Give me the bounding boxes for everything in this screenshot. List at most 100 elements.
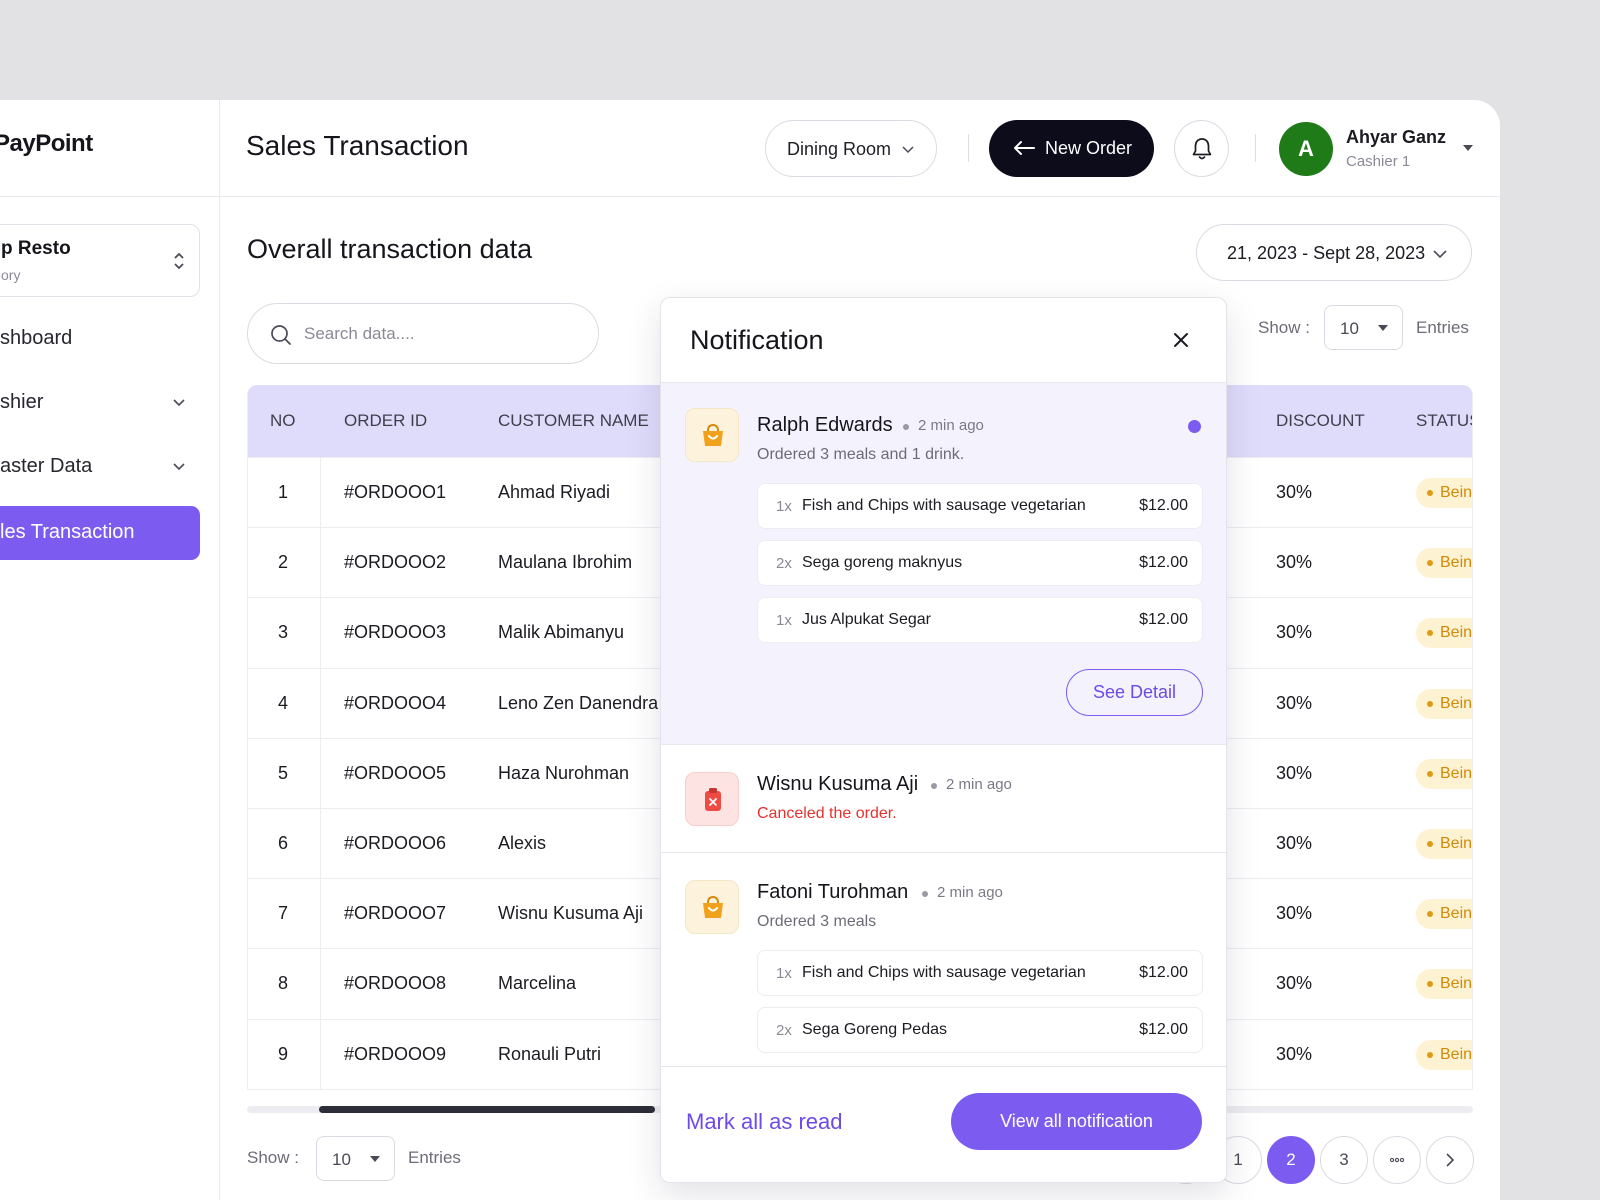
footer-entries-select[interactable]: 10	[316, 1136, 395, 1181]
order-line-item: 2x Sega goreng maknyus $12.00	[757, 540, 1203, 586]
header-divider	[1255, 134, 1256, 162]
store-selector[interactable]: p Resto ory	[0, 224, 200, 297]
notification-time: 2 min ago	[918, 417, 984, 434]
footer-entries-label: Entries	[408, 1148, 461, 1167]
cell-customer-name: Marcelina	[498, 973, 577, 994]
dining-room-dropdown[interactable]: Dining Room	[765, 120, 937, 177]
notification-icon-box	[685, 772, 739, 826]
line-name: Fish and Chips with sausage vegetarian	[802, 497, 1086, 514]
order-line-item: 1x Jus Alpukat Segar $12.00	[757, 597, 1203, 643]
header-divider	[968, 134, 969, 162]
pagination-page-3[interactable]: 3	[1320, 1136, 1368, 1184]
sidebar-item-cashier[interactable]: shier	[0, 376, 200, 430]
arrow-left-icon	[1014, 141, 1035, 155]
sidebar-item-master-data[interactable]: aster Data	[0, 440, 200, 494]
cell-no: 4	[278, 692, 289, 713]
close-icon[interactable]	[1171, 330, 1191, 350]
cell-customer-name: Alexis	[498, 833, 547, 853]
app-window: PayPoint p Resto ory shboard shier aster…	[0, 100, 1500, 1200]
notification-panel: Notification Ralph Edwards 2 min ago Ord…	[660, 297, 1227, 1183]
notification-icon-box	[685, 408, 739, 462]
cell-discount: 30%	[1276, 692, 1313, 713]
status-badge: Being	[1416, 478, 1472, 508]
sidebar-item-label: les Transaction	[0, 521, 135, 543]
entries-select-value: 10	[332, 1150, 351, 1169]
cell-customer-name: Ronauli Putri	[498, 1043, 602, 1064]
status-badge: Being	[1416, 829, 1472, 859]
cell-discount: 30%	[1276, 482, 1313, 502]
notification-item[interactable]: Wisnu Kusuma Aji 2 min ago Canceled the …	[661, 745, 1226, 853]
notification-bell-button[interactable]	[1174, 120, 1229, 177]
cancel-order-icon	[705, 788, 721, 811]
notification-sender: Ralph Edwards	[757, 414, 893, 436]
cell-order-id: #ORDOOO9	[344, 1043, 447, 1064]
cell-customer-name: Leno Zen Danendra	[498, 692, 659, 713]
notification-icon-box	[685, 880, 739, 934]
new-order-button[interactable]: New Order	[989, 120, 1154, 177]
cell-discount: 30%	[1276, 1043, 1313, 1064]
notification-item[interactable]: Fatoni Turohman 2 min ago Ordered 3 meal…	[661, 853, 1226, 1093]
cell-order-id: #ORDOOO8	[344, 973, 447, 994]
notification-message: Canceled the order.	[757, 805, 897, 822]
column-header-status: STATUS	[1416, 411, 1472, 430]
notification-title: Notification	[690, 325, 824, 355]
line-price: $12.00	[1139, 1021, 1188, 1038]
cell-customer-name: Ahmad Riyadi	[498, 482, 611, 502]
scrollbar-thumb[interactable]	[319, 1106, 655, 1113]
view-all-notification-button[interactable]: View all notification	[951, 1093, 1202, 1150]
cell-customer-name: Haza Nurohman	[498, 762, 630, 783]
cell-order-id: #ORDOOO4	[344, 692, 447, 713]
sidebar-divider	[0, 196, 220, 197]
cell-discount: 30%	[1276, 973, 1313, 994]
entries-select-value: 10	[1340, 319, 1359, 338]
avatar[interactable]: A	[1279, 122, 1333, 176]
cell-discount: 30%	[1276, 762, 1313, 783]
chevron-down-icon	[173, 399, 185, 407]
line-qty: 1x	[776, 498, 792, 515]
cell-order-id: #ORDOOO1	[344, 482, 447, 502]
sidebar-item-dashboard[interactable]: shboard	[0, 312, 200, 366]
dot-separator	[922, 891, 928, 897]
sidebar-item-sales-transaction[interactable]: les Transaction	[0, 506, 200, 560]
see-detail-button[interactable]: See Detail	[1066, 669, 1203, 716]
sort-arrows-icon	[174, 252, 184, 270]
notification-message: Ordered 3 meals	[757, 913, 877, 930]
status-badge: Being	[1416, 688, 1472, 719]
pagination-page-2[interactable]: 2	[1267, 1136, 1315, 1184]
pagination-more-button[interactable]	[1373, 1136, 1421, 1184]
notification-item[interactable]: Ralph Edwards 2 min ago Ordered 3 meals …	[661, 383, 1226, 745]
line-name: Sega goreng maknyus	[802, 554, 963, 571]
order-line-item: 1x Fish and Chips with sausage vegetaria…	[757, 483, 1203, 529]
column-header-discount: DISCOUNT	[1276, 411, 1365, 430]
date-range-picker[interactable]: 21, 2023 - Sept 28, 2023	[1196, 224, 1472, 281]
cell-no: 5	[278, 762, 289, 783]
notification-sender: Fatoni Turohman	[757, 881, 909, 903]
mark-all-read-link[interactable]: Mark all as read	[686, 1109, 843, 1135]
cell-no: 6	[278, 833, 289, 853]
pagination-next-button[interactable]	[1426, 1136, 1474, 1184]
sidebar-item-label: aster Data	[0, 455, 93, 477]
sidebar-item-label: shier	[0, 391, 44, 413]
section-title: Overall transaction data	[247, 234, 533, 264]
search-input[interactable]	[304, 320, 584, 348]
column-header-no: NO	[270, 411, 296, 430]
line-name: Sega Goreng Pedas	[802, 1021, 947, 1038]
store-name: p Resto	[1, 238, 71, 259]
entries-label: Entries	[1416, 318, 1469, 337]
dining-room-label: Dining Room	[787, 139, 892, 159]
cell-no: 3	[278, 622, 289, 643]
caret-down-icon[interactable]	[1462, 144, 1474, 152]
line-qty: 2x	[776, 555, 792, 572]
shopping-bag-icon	[703, 895, 723, 918]
line-price: $12.00	[1139, 611, 1188, 628]
status-badge: Being	[1416, 548, 1472, 579]
notification-time: 2 min ago	[937, 884, 1003, 901]
cell-discount: 30%	[1276, 552, 1313, 573]
chevron-down-icon	[902, 146, 914, 154]
search-box[interactable]	[247, 303, 599, 364]
chevron-right-icon	[1446, 1153, 1455, 1167]
entries-select[interactable]: 10	[1324, 305, 1403, 350]
order-line-item: 2x Sega Goreng Pedas $12.00	[757, 1007, 1203, 1053]
dot-separator	[903, 424, 909, 430]
cell-order-id: #ORDOOO5	[344, 762, 447, 783]
